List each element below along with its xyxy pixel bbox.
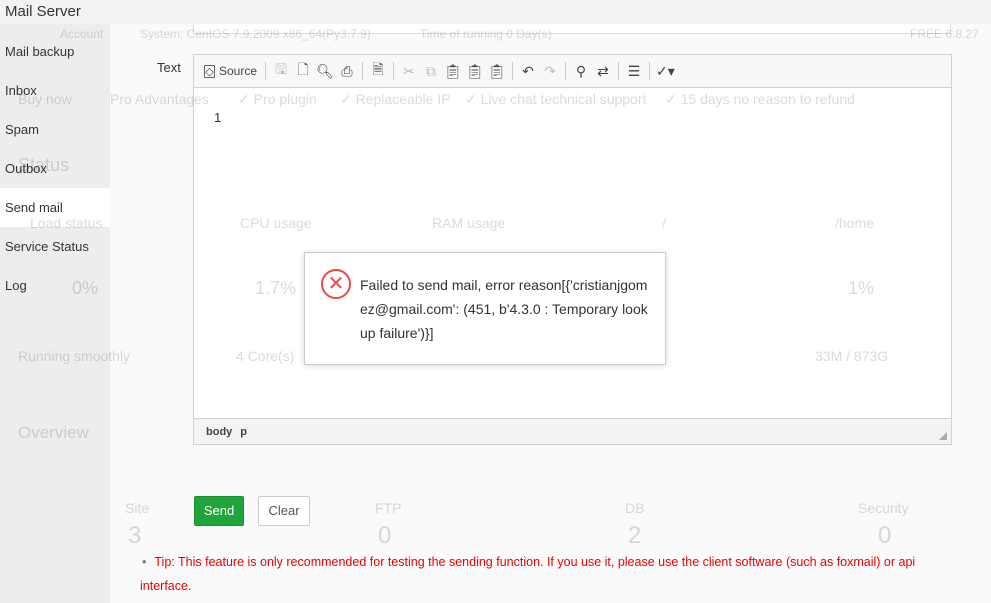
app-title: Mail Server	[5, 3, 81, 20]
sidebar-item-mail-backup[interactable]: Mail backup	[0, 32, 110, 71]
print-icon[interactable]: ⎙	[336, 59, 358, 83]
sidebar-item-log[interactable]: Log	[0, 266, 110, 305]
source-button[interactable]: ◇ Source	[200, 59, 261, 83]
bg-n-db: 2	[628, 522, 642, 549]
editor-toolbar: ◇ Source 🖫 🗋 🔍︎ ⎙ 🗎 ✂ ⧉ 📋︎ 📋︎ 📋︎ ↶ ↷ ⚲ ⇄ …	[194, 55, 951, 88]
toolbar-separator	[393, 62, 395, 80]
cut-icon[interactable]: ✂	[398, 59, 420, 83]
send-button[interactable]: Send	[194, 496, 244, 526]
clear-button[interactable]: Clear	[258, 496, 310, 526]
path-p[interactable]: p	[240, 426, 247, 438]
error-icon: ✕	[321, 269, 351, 299]
sidebar-item-outbox[interactable]: Outbox	[0, 149, 110, 188]
resize-handle[interactable]	[939, 432, 947, 440]
title-bar: Mail Server	[0, 0, 991, 24]
tip-text: • Tip: This feature is only recommended f…	[140, 550, 960, 598]
templates-icon[interactable]: 🗎	[367, 59, 389, 83]
toolbar-separator	[649, 62, 651, 80]
sidebar: Mail backup Inbox Spam Outbox Send mail …	[0, 24, 110, 603]
sidebar-item-spam[interactable]: Spam	[0, 110, 110, 149]
editor-elements-path: body p	[194, 418, 951, 444]
bg-n-sec: 0	[878, 522, 892, 549]
path-body[interactable]: body	[206, 426, 232, 438]
undo-icon[interactable]: ↶	[517, 59, 539, 83]
redo-icon[interactable]: ↷	[539, 59, 561, 83]
spellcheck-icon[interactable]: ✓▾	[654, 59, 677, 83]
toolbar-separator	[512, 62, 514, 80]
text-label: Text	[157, 60, 181, 75]
source-label: Source	[219, 64, 258, 78]
source-icon: ◇	[204, 64, 215, 78]
paste-icon[interactable]: 📋︎	[442, 59, 464, 83]
bg-n-site: 3	[128, 522, 142, 549]
sidebar-item-inbox[interactable]: Inbox	[0, 71, 110, 110]
save-icon[interactable]: 🖫	[270, 59, 292, 83]
new-page-icon[interactable]: 🗋	[292, 59, 314, 83]
toolbar-separator	[362, 62, 364, 80]
bg-n-ftp: 0	[378, 522, 392, 549]
bg-site: Site	[125, 500, 150, 516]
toolbar-separator	[565, 62, 567, 80]
bg-db: DB	[625, 500, 645, 516]
subject-input[interactable]	[193, 24, 951, 34]
copy-icon[interactable]: ⧉	[420, 59, 442, 83]
line-number: 1	[214, 110, 222, 125]
paste-word-icon[interactable]: 📋︎	[486, 59, 508, 83]
tip-message: Tip: This feature is only recommended fo…	[140, 555, 916, 593]
rich-text-editor[interactable]: ◇ Source 🖫 🗋 🔍︎ ⎙ 🗎 ✂ ⧉ 📋︎ 📋︎ 📋︎ ↶ ↷ ⚲ ⇄ …	[193, 54, 952, 445]
toolbar-separator	[265, 62, 267, 80]
error-message: Failed to send mail, error reason[{'cris…	[360, 277, 648, 341]
paste-text-icon[interactable]: 📋︎	[464, 59, 486, 83]
sidebar-item-send-mail[interactable]: Send mail	[0, 188, 110, 227]
bullet-icon: •	[142, 555, 147, 569]
show-blocks-icon[interactable]: ☰	[623, 59, 645, 83]
preview-icon[interactable]: 🔍︎	[314, 59, 336, 83]
error-dialog: ✕ Failed to send mail, error reason[{'cr…	[304, 252, 666, 365]
bg-ftp: FTP	[375, 500, 402, 516]
replace-icon[interactable]: ⇄	[592, 59, 614, 83]
find-icon[interactable]: ⚲	[570, 59, 592, 83]
bg-security: Security	[858, 500, 909, 516]
toolbar-separator	[618, 62, 620, 80]
sidebar-item-service-status[interactable]: Service Status	[0, 227, 110, 266]
